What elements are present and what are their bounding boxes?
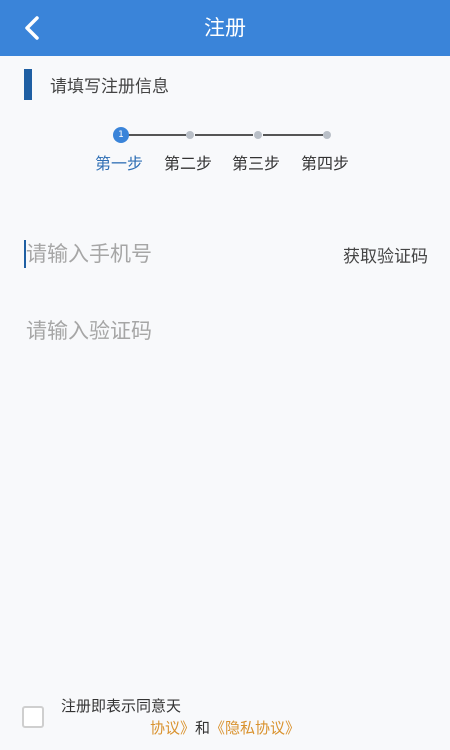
step-connector-3	[263, 134, 323, 136]
step-3-label: 第三步	[232, 154, 281, 173]
phone-row: 获取验证码	[24, 232, 428, 276]
page-title: 注册	[204, 16, 246, 40]
step-1-label: 第一步	[95, 154, 144, 173]
step-4-indicator	[323, 131, 331, 139]
agreement-row: 注册即表示同意天 协议》和《隐私协议》	[0, 690, 450, 750]
step-2-indicator	[186, 131, 194, 139]
phone-input[interactable]	[26, 238, 316, 270]
agreement-links: 协议》和《隐私协议》	[150, 717, 300, 738]
agree-checkbox[interactable]	[22, 706, 44, 728]
user-agreement-link[interactable]: 协议》	[150, 719, 195, 737]
agreement-conjunction: 和	[195, 719, 211, 737]
get-code-button[interactable]: 获取验证码	[343, 242, 428, 267]
section-heading: 请填写注册信息	[24, 69, 169, 100]
step-2-label: 第二步	[164, 154, 213, 173]
app-header: 注册	[0, 0, 450, 56]
verification-code-input[interactable]	[26, 314, 416, 348]
step-3-indicator	[254, 131, 262, 139]
section-accent-bar	[24, 69, 32, 100]
register-screen: 注册 请填写注册信息 1 第一步 第二步 第三步 第四步 获取验证码 注册即表示…	[0, 0, 450, 750]
step-progress: 1 第一步 第二步 第三步 第四步	[0, 122, 450, 173]
agreement-text: 注册即表示同意天	[61, 697, 182, 715]
step-connector-2	[195, 134, 253, 136]
step-1-indicator: 1	[113, 127, 129, 143]
privacy-agreement-link[interactable]: 《隐私协议》	[210, 719, 300, 737]
step-connector-1	[128, 134, 186, 136]
section-heading-text: 请填写注册信息	[50, 77, 169, 97]
step-4-label: 第四步	[301, 154, 350, 173]
